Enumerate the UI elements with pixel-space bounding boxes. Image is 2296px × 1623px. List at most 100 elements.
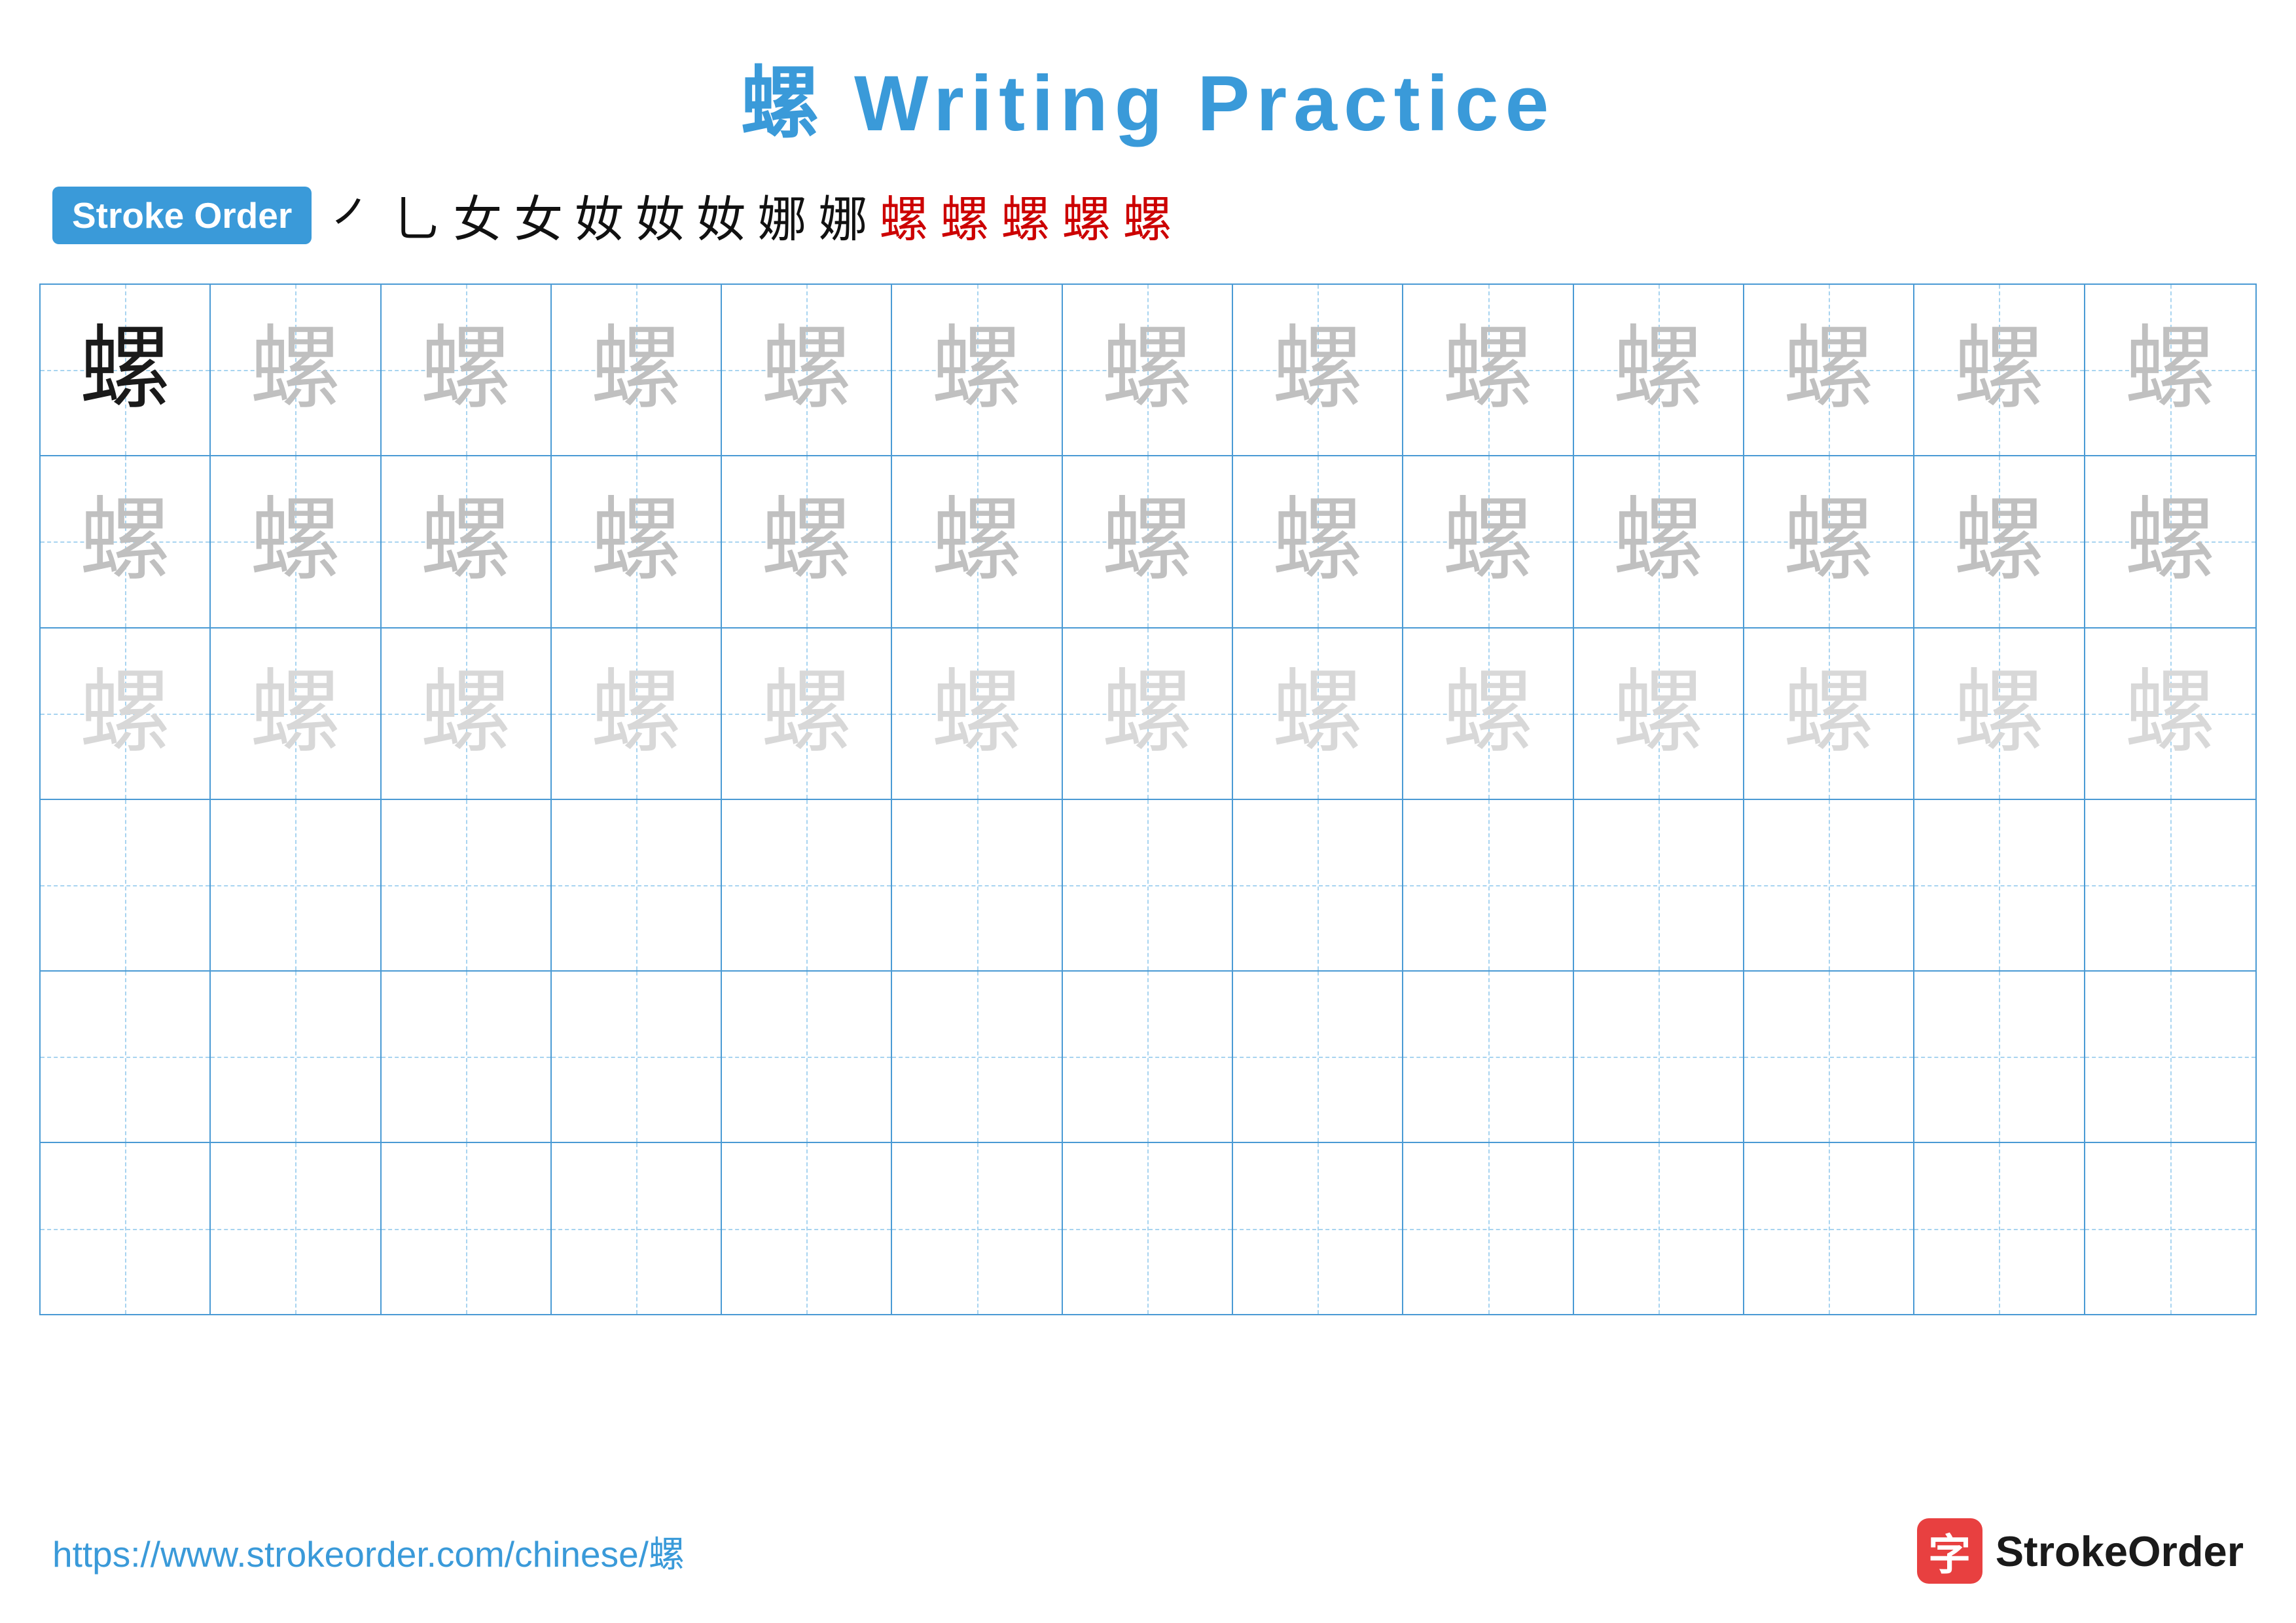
stroke-step-8: 娜: [757, 179, 806, 251]
grid-cell[interactable]: [1403, 800, 1573, 970]
stroke-step-2: 乚: [392, 179, 441, 251]
grid-cell[interactable]: 螺: [1574, 456, 1744, 627]
grid-cell[interactable]: [722, 972, 892, 1142]
footer: https://www.strokeorder.com/chinese/螺 字 …: [0, 1518, 2296, 1584]
grid-cell[interactable]: 螺: [41, 629, 211, 799]
grid-cell[interactable]: [1233, 972, 1403, 1142]
stroke-sequence: ㇒ 乚 女 女 奻 奻 奻 娜 娜 螺 螺 螺 螺 螺: [331, 179, 1172, 251]
footer-logo: 字 StrokeOrder: [1917, 1518, 2244, 1584]
grid-cell[interactable]: [1574, 800, 1744, 970]
grid-cell[interactable]: [722, 800, 892, 970]
grid-cell[interactable]: 螺: [41, 456, 211, 627]
footer-url[interactable]: https://www.strokeorder.com/chinese/螺: [52, 1525, 685, 1577]
stroke-step-10: 螺: [879, 179, 928, 251]
practice-grid: 螺 螺 螺 螺 螺 螺 螺 螺 螺 螺 螺 螺 螺 螺 螺 螺 螺 螺 螺 螺 …: [39, 283, 2257, 1315]
grid-row-5: [41, 972, 2255, 1143]
grid-cell[interactable]: [1403, 972, 1573, 1142]
grid-cell[interactable]: [1744, 800, 1914, 970]
footer-logo-text: StrokeOrder: [1996, 1527, 2244, 1576]
grid-cell[interactable]: [722, 1143, 892, 1313]
grid-cell[interactable]: [552, 800, 722, 970]
grid-cell[interactable]: [552, 1143, 722, 1313]
grid-cell[interactable]: 螺: [1233, 456, 1403, 627]
grid-cell[interactable]: 螺: [1744, 285, 1914, 455]
grid-cell[interactable]: 螺: [1233, 629, 1403, 799]
grid-cell[interactable]: 螺: [1063, 285, 1233, 455]
grid-row-6: [41, 1143, 2255, 1313]
grid-cell[interactable]: 螺: [722, 285, 892, 455]
grid-cell[interactable]: [1914, 972, 2085, 1142]
grid-cell[interactable]: 螺: [892, 629, 1062, 799]
grid-cell[interactable]: 螺: [382, 629, 552, 799]
grid-cell[interactable]: [1914, 800, 2085, 970]
grid-cell[interactable]: [552, 972, 722, 1142]
grid-cell[interactable]: 螺: [1403, 456, 1573, 627]
grid-row-1: 螺 螺 螺 螺 螺 螺 螺 螺 螺 螺 螺 螺 螺: [41, 285, 2255, 456]
grid-cell[interactable]: [892, 1143, 1062, 1313]
grid-cell[interactable]: [1403, 1143, 1573, 1313]
grid-cell[interactable]: 螺: [722, 456, 892, 627]
grid-cell[interactable]: 螺: [552, 285, 722, 455]
grid-cell[interactable]: [211, 800, 381, 970]
grid-cell[interactable]: 螺: [1063, 456, 1233, 627]
grid-cell[interactable]: 螺: [211, 285, 381, 455]
grid-cell[interactable]: [382, 1143, 552, 1313]
grid-cell[interactable]: 螺: [1233, 285, 1403, 455]
grid-cell[interactable]: [1574, 972, 1744, 1142]
stroke-step-6: 奻: [636, 179, 685, 251]
grid-cell[interactable]: 螺: [2085, 456, 2255, 627]
grid-cell[interactable]: [41, 1143, 211, 1313]
grid-cell[interactable]: 螺: [1914, 285, 2085, 455]
grid-cell[interactable]: [1063, 800, 1233, 970]
grid-cell[interactable]: 螺: [1403, 629, 1573, 799]
grid-cell[interactable]: [2085, 800, 2255, 970]
grid-cell[interactable]: [1574, 1143, 1744, 1313]
grid-cell[interactable]: [2085, 1143, 2255, 1313]
grid-cell[interactable]: 螺: [41, 285, 211, 455]
grid-cell[interactable]: [41, 800, 211, 970]
stroke-step-7: 奻: [696, 179, 745, 251]
grid-cell[interactable]: [1233, 1143, 1403, 1313]
strokeorder-logo-icon: 字: [1917, 1518, 1982, 1584]
grid-cell[interactable]: [41, 972, 211, 1142]
stroke-step-9: 娜: [818, 179, 867, 251]
grid-cell[interactable]: [1914, 1143, 2085, 1313]
grid-cell[interactable]: 螺: [892, 285, 1062, 455]
grid-cell[interactable]: 螺: [382, 285, 552, 455]
grid-cell[interactable]: 螺: [1574, 629, 1744, 799]
grid-cell[interactable]: 螺: [1063, 629, 1233, 799]
stroke-step-3: 女: [453, 179, 502, 251]
stroke-step-5: 奻: [575, 179, 624, 251]
grid-cell[interactable]: [1744, 972, 1914, 1142]
stroke-order-row: Stroke Order ㇒ 乚 女 女 奻 奻 奻 娜 娜 螺 螺 螺 螺 螺: [0, 153, 2296, 264]
grid-cell[interactable]: 螺: [722, 629, 892, 799]
grid-cell[interactable]: 螺: [211, 629, 381, 799]
grid-cell[interactable]: 螺: [552, 629, 722, 799]
grid-cell[interactable]: [1744, 1143, 1914, 1313]
grid-cell[interactable]: 螺: [1744, 456, 1914, 627]
grid-cell[interactable]: 螺: [552, 456, 722, 627]
grid-cell[interactable]: [1063, 1143, 1233, 1313]
grid-row-2: 螺 螺 螺 螺 螺 螺 螺 螺 螺 螺 螺 螺 螺: [41, 456, 2255, 628]
grid-cell[interactable]: 螺: [1914, 456, 2085, 627]
grid-cell[interactable]: [382, 972, 552, 1142]
grid-cell[interactable]: [2085, 972, 2255, 1142]
grid-cell[interactable]: [211, 1143, 381, 1313]
grid-cell[interactable]: 螺: [2085, 629, 2255, 799]
grid-cell[interactable]: [1233, 800, 1403, 970]
grid-cell[interactable]: 螺: [1574, 285, 1744, 455]
grid-cell[interactable]: 螺: [1744, 629, 1914, 799]
grid-cell[interactable]: 螺: [211, 456, 381, 627]
grid-cell[interactable]: [1063, 972, 1233, 1142]
grid-cell[interactable]: 螺: [2085, 285, 2255, 455]
grid-cell[interactable]: [382, 800, 552, 970]
grid-cell[interactable]: 螺: [1403, 285, 1573, 455]
stroke-step-1: ㇒: [331, 179, 380, 251]
grid-cell[interactable]: [892, 972, 1062, 1142]
grid-cell[interactable]: 螺: [892, 456, 1062, 627]
grid-cell[interactable]: 螺: [1914, 629, 2085, 799]
grid-cell[interactable]: [892, 800, 1062, 970]
grid-cell[interactable]: [211, 972, 381, 1142]
page-title: 螺 Writing Practice: [0, 0, 2296, 153]
grid-cell[interactable]: 螺: [382, 456, 552, 627]
